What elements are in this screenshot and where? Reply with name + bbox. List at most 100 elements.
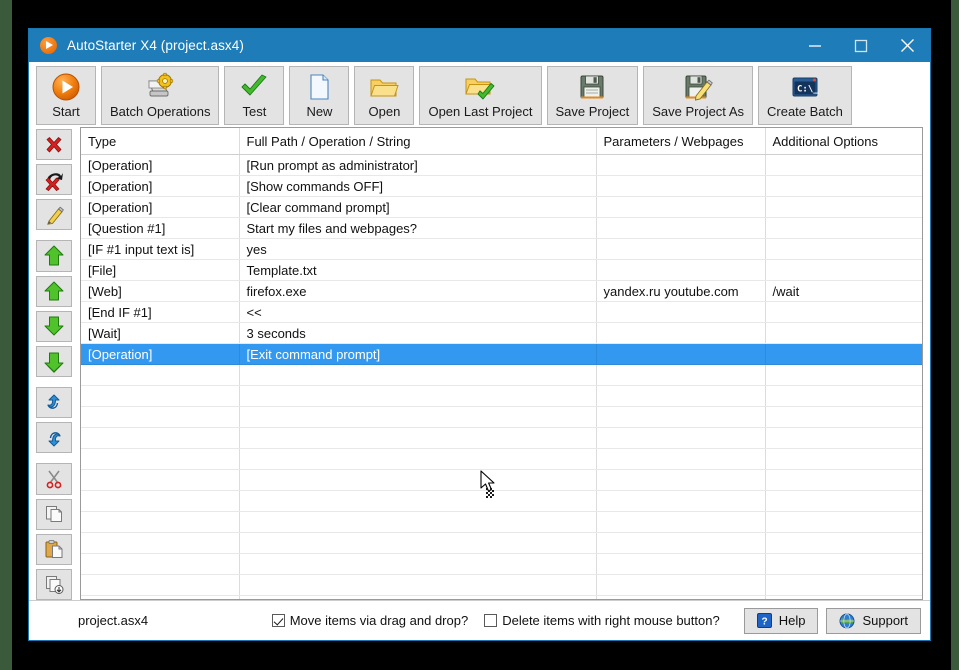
cell-path[interactable]	[239, 469, 597, 491]
move-up-button[interactable]	[36, 275, 72, 307]
table-row[interactable]: [Operation] [Run prompt as administrator]	[81, 154, 922, 176]
cell-parameters[interactable]	[596, 343, 766, 365]
table-row[interactable]	[81, 490, 922, 512]
cell-type[interactable]	[81, 364, 240, 386]
delete-item-button[interactable]	[36, 129, 72, 161]
cell-type[interactable]: [IF #1 input text is]	[81, 238, 240, 260]
cell-options[interactable]	[765, 448, 922, 470]
cell-path[interactable]: [Exit command prompt]	[239, 343, 597, 365]
cut-button[interactable]	[36, 463, 72, 495]
cell-path[interactable]	[239, 532, 597, 554]
open-button[interactable]: Open	[354, 66, 415, 125]
table-row[interactable]: [Operation] [Show commands OFF]	[81, 175, 922, 197]
create-batch-button[interactable]: C:\_ Create Batch	[758, 66, 852, 125]
cell-options[interactable]	[765, 511, 922, 533]
cell-options[interactable]	[765, 301, 922, 323]
cell-type[interactable]: [Operation]	[81, 343, 240, 365]
cell-parameters[interactable]	[596, 322, 766, 344]
cell-path[interactable]	[239, 448, 597, 470]
cell-options[interactable]	[765, 196, 922, 218]
table-row[interactable]	[81, 364, 922, 386]
cell-parameters[interactable]	[596, 238, 766, 260]
cell-parameters[interactable]: yandex.ru youtube.com	[596, 280, 766, 302]
cell-type[interactable]: [Operation]	[81, 175, 240, 197]
cell-path[interactable]	[239, 406, 597, 428]
table-row[interactable]: [Operation] [Clear command prompt]	[81, 196, 922, 218]
cell-options[interactable]	[765, 469, 922, 491]
cell-path[interactable]	[239, 574, 597, 596]
table-row[interactable]	[81, 511, 922, 533]
batch-operations-button[interactable]: Batch Operations	[101, 66, 220, 125]
move-items-checkbox-wrap[interactable]: Move items via drag and drop?	[271, 613, 468, 628]
cell-type[interactable]	[81, 595, 240, 599]
delete-all-items-button[interactable]	[36, 164, 72, 196]
cell-type[interactable]	[81, 448, 240, 470]
cell-options[interactable]	[765, 322, 922, 344]
cell-type[interactable]	[81, 532, 240, 554]
cell-type[interactable]: [Web]	[81, 280, 240, 302]
column-header-path[interactable]: Full Path / Operation / String	[239, 128, 597, 155]
cell-options[interactable]	[765, 364, 922, 386]
cell-options[interactable]	[765, 427, 922, 449]
cell-path[interactable]: <<	[239, 301, 597, 323]
cell-path[interactable]: Start my files and webpages?	[239, 217, 597, 239]
table-row[interactable]	[81, 385, 922, 407]
cell-options[interactable]	[765, 553, 922, 575]
table-row[interactable]	[81, 595, 922, 599]
cell-options[interactable]	[765, 154, 922, 176]
open-last-project-button[interactable]: Open Last Project	[419, 66, 542, 125]
cell-options[interactable]	[765, 406, 922, 428]
table-row[interactable]	[81, 532, 922, 554]
cell-type[interactable]: [End IF #1]	[81, 301, 240, 323]
cell-path[interactable]: 3 seconds	[239, 322, 597, 344]
cell-options[interactable]	[765, 259, 922, 281]
table-row[interactable]	[81, 427, 922, 449]
cell-parameters[interactable]	[596, 511, 766, 533]
table-row[interactable]	[81, 553, 922, 575]
save-project-as-button[interactable]: Save Project As	[643, 66, 753, 125]
cell-parameters[interactable]	[596, 532, 766, 554]
close-icon[interactable]	[884, 29, 930, 62]
cell-options[interactable]	[765, 385, 922, 407]
cell-parameters[interactable]	[596, 595, 766, 599]
table-row[interactable]	[81, 448, 922, 470]
delete-items-checkbox-wrap[interactable]: Delete items with right mouse button?	[484, 613, 720, 628]
cell-parameters[interactable]	[596, 154, 766, 176]
cell-type[interactable]	[81, 490, 240, 512]
move-down-button[interactable]	[36, 310, 72, 342]
cell-type[interactable]	[81, 469, 240, 491]
cell-type[interactable]: [Question #1]	[81, 217, 240, 239]
cell-path[interactable]: Template.txt	[239, 259, 597, 281]
duplicate-button[interactable]	[36, 568, 72, 601]
table-row[interactable]: [Web] firefox.exe yandex.ru youtube.com/wa…	[81, 280, 922, 302]
cell-parameters[interactable]	[596, 364, 766, 386]
cell-path[interactable]: [Clear command prompt]	[239, 196, 597, 218]
table-row[interactable]	[81, 406, 922, 428]
column-header-parameters[interactable]: Parameters / Webpages	[596, 128, 766, 155]
cell-path[interactable]: yes	[239, 238, 597, 260]
cell-path[interactable]: [Show commands OFF]	[239, 175, 597, 197]
cell-parameters[interactable]	[596, 385, 766, 407]
cell-path[interactable]	[239, 553, 597, 575]
cell-options[interactable]: /wait	[765, 280, 922, 302]
cell-parameters[interactable]	[596, 175, 766, 197]
cell-options[interactable]	[765, 238, 922, 260]
cell-path[interactable]	[239, 385, 597, 407]
table-row[interactable]: [Question #1] Start my files and webpages…	[81, 217, 922, 239]
cell-parameters[interactable]	[596, 259, 766, 281]
cell-path[interactable]	[239, 427, 597, 449]
paste-button[interactable]	[36, 533, 72, 565]
save-project-button[interactable]: Save Project	[546, 66, 639, 125]
table-row[interactable]	[81, 574, 922, 596]
cell-type[interactable]: [Operation]	[81, 154, 240, 176]
cell-path[interactable]: [Run prompt as administrator]	[239, 154, 597, 176]
table-row[interactable]: [Operation] [Exit command prompt]	[81, 343, 922, 365]
table-row[interactable]: [End IF #1] <<	[81, 301, 922, 323]
cell-path[interactable]	[239, 490, 597, 512]
column-header-type[interactable]: Type	[81, 128, 240, 155]
cell-type[interactable]	[81, 511, 240, 533]
table-row[interactable]	[81, 469, 922, 491]
cell-type[interactable]	[81, 385, 240, 407]
cell-parameters[interactable]	[596, 406, 766, 428]
delete-items-checkbox[interactable]	[484, 614, 498, 627]
